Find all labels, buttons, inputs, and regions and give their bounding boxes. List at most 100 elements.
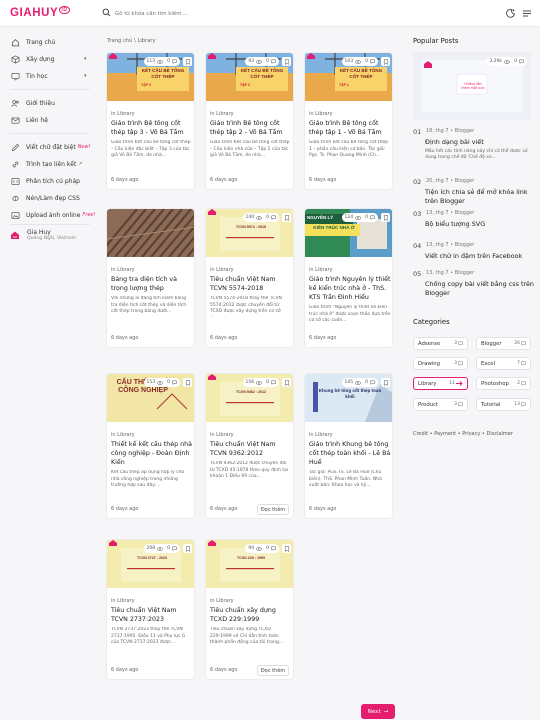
post-thumbnail[interactable]: KIẾN TRÚC NHÀ Ở NGUYÊN LÝ 124 0	[305, 209, 392, 257]
chevron-down-icon[interactable]: ▾	[84, 73, 87, 79]
category-link[interactable]: Library	[117, 111, 134, 117]
post-title[interactable]: Giáo trình Khung bê tông cốt thép toàn k…	[309, 441, 391, 467]
post-card[interactable]: TCVN 2737 : 2023 208 0 in Library Tiêu chuẩn…	[106, 539, 195, 680]
post-thumbnail[interactable]: TCXD 229 : 1999 94 0	[206, 540, 293, 588]
popular-post-item[interactable]: 01 18, thg 7 • Blogger Định dạng bài viết M…	[413, 128, 535, 160]
category-chip[interactable]: Photoshop 2	[476, 377, 531, 390]
post-category[interactable]: in Library	[111, 267, 135, 273]
post-category[interactable]: in Library	[210, 432, 234, 438]
category-link[interactable]: Library	[216, 432, 233, 438]
category-chip[interactable]: Drawing 3	[413, 357, 468, 370]
post-thumbnail[interactable]: CẤU THÉP NHÀ CÔNG NGHIỆP 153 0	[107, 374, 194, 422]
sidebar-item-css-minify[interactable]: Nén/Làm đẹp CSS	[11, 192, 80, 204]
read-more-button[interactable]: Đọc thêm	[257, 504, 289, 515]
category-link[interactable]: Library	[315, 267, 332, 273]
post-card[interactable]: in Library Bảng tra diện tích và trọng lư…	[106, 208, 195, 348]
breadcrumb-home[interactable]: Trang chủ	[107, 38, 132, 44]
post-title[interactable]: Bảng tra diện tích và trọng lượng thép	[111, 276, 193, 294]
post-title[interactable]: Giáo trình Bê tông cốt thép tập 1 - Võ B…	[309, 120, 391, 138]
bookmark-button[interactable]	[183, 378, 192, 387]
post-title[interactable]: Tiêu chuẩn Việt Nam TCVN 2737:2023	[111, 607, 193, 625]
popular-label[interactable]: Blogger	[455, 178, 474, 184]
bookmark-button[interactable]	[282, 544, 291, 553]
sidebar-item-link-generator[interactable]: Trình tạo liên kết ↗	[11, 158, 83, 170]
sidebar-item-parser[interactable]: Phân tích cú pháp	[11, 175, 80, 187]
popular-post-item[interactable]: 02 20, thg 7 • Blogger Tiện ích chia sẻ để…	[413, 178, 533, 206]
popular-post-item[interactable]: 05 13, thg 7 • Blogger Chống copy bài viết…	[413, 270, 535, 298]
category-link[interactable]: Library	[117, 598, 134, 604]
read-more-button[interactable]: Đọc thêm	[257, 665, 289, 676]
bookmark-button[interactable]	[381, 378, 390, 387]
sidebar-item-construction[interactable]: Xây dựng	[11, 53, 54, 65]
category-link[interactable]: Library	[315, 432, 332, 438]
bookmark-button[interactable]	[183, 57, 192, 66]
post-card[interactable]: KẾT CẤU BÊ TÔNG CỐT THÉP TẬP 3 113 0 in Libr…	[106, 52, 195, 190]
post-category[interactable]: in Library	[111, 598, 135, 604]
category-chip[interactable]: Adsense 3	[413, 337, 468, 350]
popular-label[interactable]: Blogger	[455, 128, 474, 134]
bookmark-button[interactable]	[282, 378, 291, 387]
post-title[interactable]: Giáo trình Bê tông cốt thép tập 3 - Võ B…	[111, 120, 193, 138]
post-thumbnail[interactable]: TCVN 9362 : 2012 156 0	[206, 374, 293, 422]
sidebar-item-contact[interactable]: Liên hệ	[11, 114, 48, 126]
bookmark-button[interactable]	[183, 544, 192, 553]
post-category[interactable]: in Library	[111, 111, 135, 117]
popular-title[interactable]: Tiện ích chia sẻ để mở khóa link trên Bl…	[425, 188, 535, 205]
popular-title[interactable]: Chống copy bài viết bằng css trên Blogge…	[425, 280, 535, 297]
post-title[interactable]: Tiêu chuẩn xây dựng TCXD 229:1999	[210, 607, 292, 625]
menu-icon[interactable]	[522, 8, 532, 18]
sidebar-item-about[interactable]: Giới thiệu	[11, 97, 55, 109]
site-logo[interactable]: GIAHUY ID	[10, 6, 70, 19]
category-link[interactable]: Library	[216, 598, 233, 604]
dark-mode-icon[interactable]	[506, 8, 516, 18]
post-thumbnail[interactable]: Khung bê tông cốt thép toàn khối 145 0	[305, 374, 392, 422]
post-card[interactable]: CẤU THÉP NHÀ CÔNG NGHIỆP 153 0 in Library Th…	[106, 373, 195, 519]
footer-link-privacy[interactable]: Privacy	[462, 431, 480, 437]
popular-label[interactable]: Blogger	[455, 210, 474, 216]
category-link[interactable]: Library	[216, 267, 233, 273]
post-card[interactable]: KẾT CẤU BÊ TÔNG CỐT THÉP TẬP 2 93 0 in Libra…	[205, 52, 294, 190]
post-card[interactable]: Khung bê tông cốt thép toàn khối 145 0 in L…	[304, 373, 393, 519]
bookmark-button[interactable]	[381, 213, 390, 222]
category-link[interactable]: Library	[315, 111, 332, 117]
category-link[interactable]: Library	[216, 111, 233, 117]
post-card[interactable]: TCVN 5574 : 2018 140 0 in Library Tiêu chuẩn…	[205, 208, 294, 348]
footer-link-payment[interactable]: Payment	[434, 431, 456, 437]
sidebar-item-special-text[interactable]: Viết chữ đặt biệt New!	[11, 141, 91, 153]
category-chip[interactable]: Library 11	[413, 377, 468, 390]
category-chip[interactable]: Blogger 26	[476, 337, 531, 350]
popular-label[interactable]: Blogger	[455, 242, 474, 248]
post-thumbnail[interactable]: KẾT CẤU BÊ TÔNG CỐT THÉP TẬP 3 113 0	[107, 53, 194, 101]
sidebar-item-it[interactable]: Tin học	[11, 70, 48, 82]
featured-post-image[interactable]: 3.29k 0 Hướng dẫn thêm một icon	[413, 52, 531, 120]
popular-post-item[interactable]: 03 13, thg 7 • Blogger Bộ biểu tượng SVG	[413, 210, 533, 238]
bookmark-button[interactable]	[381, 57, 390, 66]
sidebar-item-upload[interactable]: Upload ảnh online Free!	[11, 209, 96, 221]
category-chip[interactable]: Tutorial 13	[476, 398, 531, 411]
post-category[interactable]: in Library	[210, 267, 234, 273]
post-card[interactable]: KIẾN TRÚC NHÀ Ở NGUYÊN LÝ 124 0 in Library Gi…	[304, 208, 393, 348]
bookmark-button[interactable]	[282, 213, 291, 222]
popular-title[interactable]: Định dạng bài viết	[425, 138, 535, 147]
post-title[interactable]: Giáo trình Bê tông cốt thép tập 2 - Võ B…	[210, 120, 292, 138]
sidebar-item-home[interactable]: Trang chủ	[11, 36, 55, 48]
post-category[interactable]: in Library	[309, 111, 333, 117]
search-input[interactable]	[115, 7, 355, 20]
category-chip[interactable]: Product 3	[413, 398, 468, 411]
popular-label[interactable]: Blogger	[455, 270, 474, 276]
post-title[interactable]: Tiêu chuẩn Việt Nam TCVN 9362:2012	[210, 441, 292, 459]
post-card[interactable]: TCVN 9362 : 2012 156 0 in Library Tiêu chuẩn…	[205, 373, 294, 519]
post-thumbnail[interactable]: KẾT CẤU BÊ TÔNG CỐT THÉP TẬP 2 93 0	[206, 53, 293, 101]
bookmark-button[interactable]	[282, 57, 291, 66]
post-title[interactable]: Thiết kế kết cấu thép nhà công nghiệp - …	[111, 441, 193, 467]
post-thumbnail[interactable]: TCVN 5574 : 2018 140 0	[206, 209, 293, 257]
post-category[interactable]: in Library	[309, 432, 333, 438]
post-thumbnail[interactable]: KẾT CẤU BÊ TÔNG CỐT THÉP TẬP 1 103 0	[305, 53, 392, 101]
post-category[interactable]: in Library	[210, 598, 234, 604]
post-category[interactable]: in Library	[210, 111, 234, 117]
post-category[interactable]: in Library	[111, 432, 135, 438]
chevron-down-icon[interactable]: ▾	[84, 56, 87, 62]
post-title[interactable]: Tiêu chuẩn Việt Nam TCVN 5574-2018	[210, 276, 292, 294]
footer-link-disclaimer[interactable]: Disclaimer	[486, 431, 512, 437]
category-link[interactable]: Library	[117, 432, 134, 438]
